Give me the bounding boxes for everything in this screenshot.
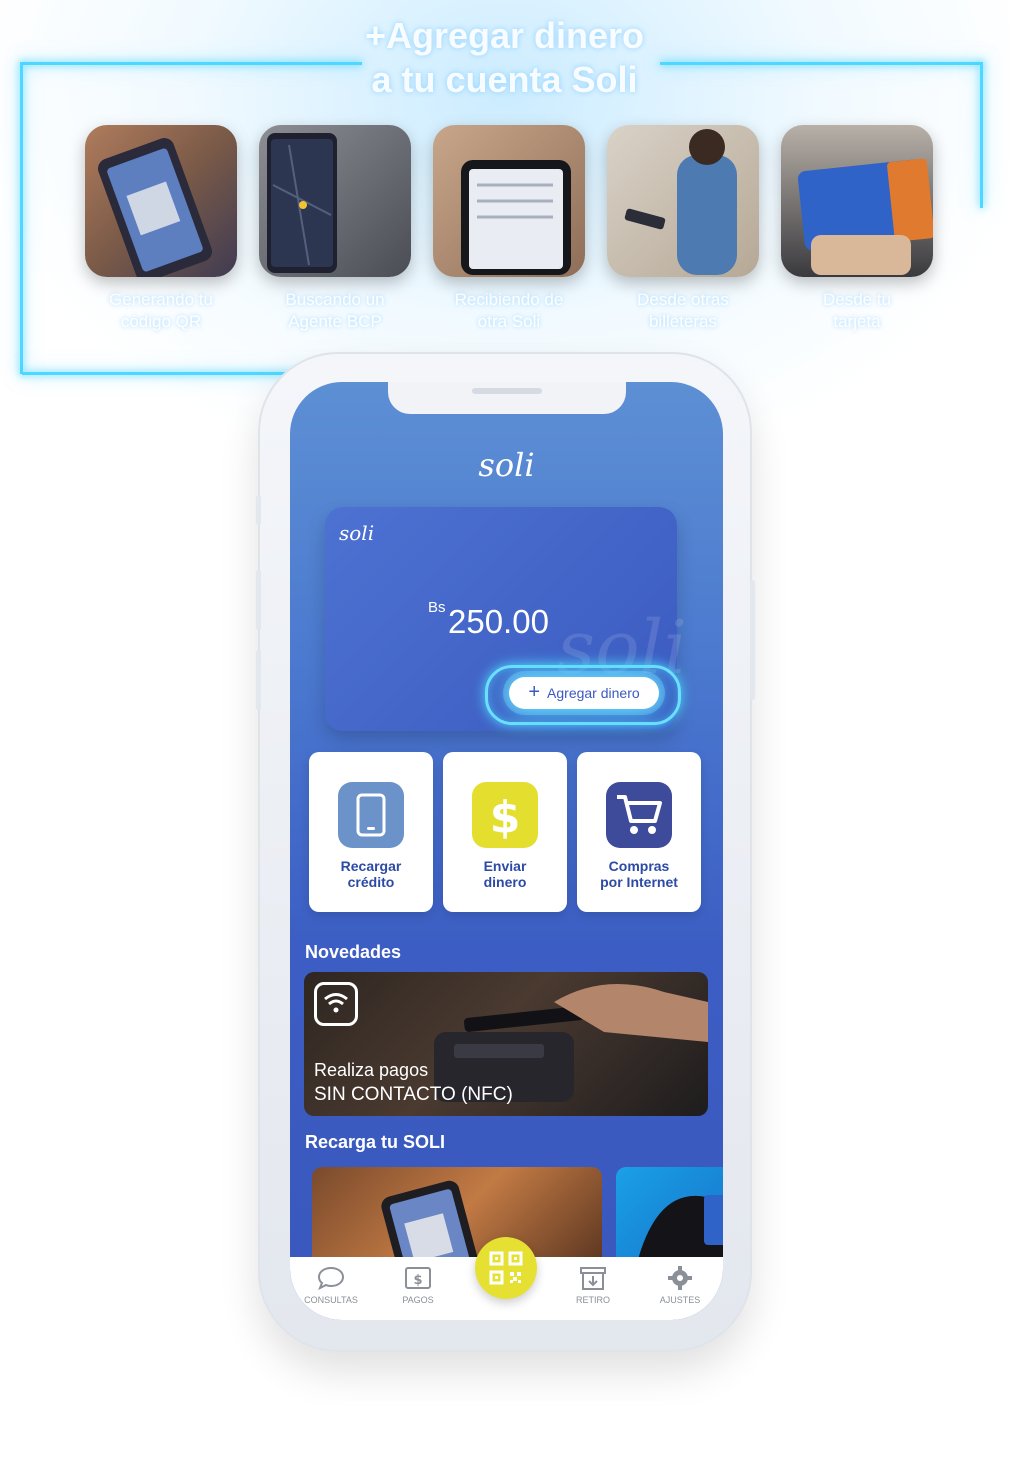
- add-money-label: Agregar dinero: [547, 685, 640, 701]
- cart-icon: [606, 782, 672, 848]
- phone-side-button-3: [256, 650, 261, 710]
- quick-actions: Recargar crédito $ Enviar dinero Compras…: [309, 752, 701, 912]
- option-agent-image: [259, 125, 411, 277]
- option-card-image: [781, 125, 933, 277]
- headline-line2: a tu cuenta Soli: [371, 59, 638, 100]
- balance-amount: 250.00: [448, 603, 549, 640]
- chat-icon: [317, 1266, 345, 1291]
- tab-ajustes[interactable]: AJUSTES: [645, 1265, 715, 1305]
- nfc-news-line2: SIN CONTACTO (NFC): [314, 1084, 513, 1105]
- option-qr-label: Generando tu código QR: [109, 290, 213, 331]
- balance-card: soli soli Bs 250.00 + Agregar dinero: [325, 507, 687, 731]
- balance-currency: Bs: [428, 599, 446, 616]
- headline: +Agregar dinero a tu cuenta Soli: [0, 14, 1009, 102]
- app-logo: soli: [478, 446, 535, 484]
- option-agent[interactable]: Buscando un Agente BCP: [259, 125, 411, 333]
- option-other-soli[interactable]: Recibiendo de otra Soli: [433, 125, 585, 333]
- option-wallets-image: [607, 125, 759, 277]
- qr-icon: [489, 1251, 523, 1285]
- recarga-card-qr[interactable]: [312, 1167, 602, 1267]
- option-wallets-label: Desde otras billeteras: [637, 290, 729, 331]
- option-card[interactable]: Desde tu tarjeta: [781, 125, 933, 333]
- app-screen: soli soli soli Bs 250.00 + Agregar diner…: [290, 382, 723, 1320]
- gear-icon: [668, 1266, 692, 1290]
- phone-side-button-2: [256, 570, 261, 630]
- option-other-soli-label: Recibiendo de otra Soli: [454, 290, 564, 331]
- add-money-button[interactable]: + Agregar dinero: [509, 677, 659, 709]
- action-recharge-credit-label: Recargar crédito: [340, 858, 402, 890]
- nfc-icon: [314, 982, 358, 1026]
- phone-notch: [388, 382, 626, 414]
- option-card-label: Desde tu tarjeta: [822, 290, 892, 331]
- neon-line-left: [20, 62, 23, 374]
- svg-text:$: $: [490, 792, 521, 840]
- headline-line1: +Agregar dinero: [364, 15, 645, 56]
- tab-pagos[interactable]: $ PAGOS: [383, 1265, 453, 1305]
- phone-side-button-1: [256, 495, 261, 525]
- plus-icon: +: [528, 681, 541, 703]
- woman-phone-illustration: [624, 129, 737, 275]
- svg-text:$: $: [413, 1273, 422, 1288]
- recarga-card-illustration: [636, 1195, 723, 1267]
- nfc-news-line1: Realiza pagos: [314, 1060, 429, 1080]
- phone-map-illustration: [267, 133, 337, 273]
- action-recharge-credit[interactable]: Recargar crédito: [309, 752, 433, 912]
- add-money-options: Generando tu código QR Buscando un Agent…: [85, 125, 933, 333]
- option-agent-label: Buscando un Agente BCP: [285, 290, 385, 331]
- dollar-icon: $: [472, 782, 538, 848]
- action-send-money[interactable]: $ Enviar dinero: [443, 752, 567, 912]
- phone-qr-illustration: [97, 138, 213, 277]
- phone-list-illustration: [461, 160, 571, 275]
- tab-retiro[interactable]: RETIRO: [558, 1265, 628, 1305]
- action-online-shopping[interactable]: Compras por Internet: [577, 752, 701, 912]
- speaker-bar: [472, 388, 542, 394]
- withdraw-icon: [580, 1267, 606, 1290]
- option-wallets[interactable]: Desde otras billeteras: [607, 125, 759, 333]
- tab-consultas[interactable]: CONSULTAS: [296, 1265, 366, 1305]
- recarga-title: Recarga tu SOLI: [305, 1132, 446, 1152]
- recarga-card-bank[interactable]: [616, 1167, 723, 1267]
- novedades-title: Novedades: [305, 942, 402, 962]
- nfc-news-card[interactable]: Realiza pagos SIN CONTACTO (NFC): [304, 972, 708, 1116]
- option-qr-image: [85, 125, 237, 277]
- action-online-shopping-label: Compras por Internet: [600, 858, 678, 890]
- phone-icon: [338, 782, 404, 848]
- bank-card-illustration: [797, 158, 933, 275]
- card-logo: soli: [339, 521, 375, 545]
- option-other-soli-image: [433, 125, 585, 277]
- action-send-money-label: Enviar dinero: [483, 858, 527, 890]
- phone-power-button: [750, 580, 755, 700]
- option-qr[interactable]: Generando tu código QR: [85, 125, 237, 333]
- payment-icon: $: [405, 1267, 431, 1289]
- recarga-qr-illustration: [381, 1180, 483, 1267]
- qr-scan-button[interactable]: [475, 1237, 537, 1299]
